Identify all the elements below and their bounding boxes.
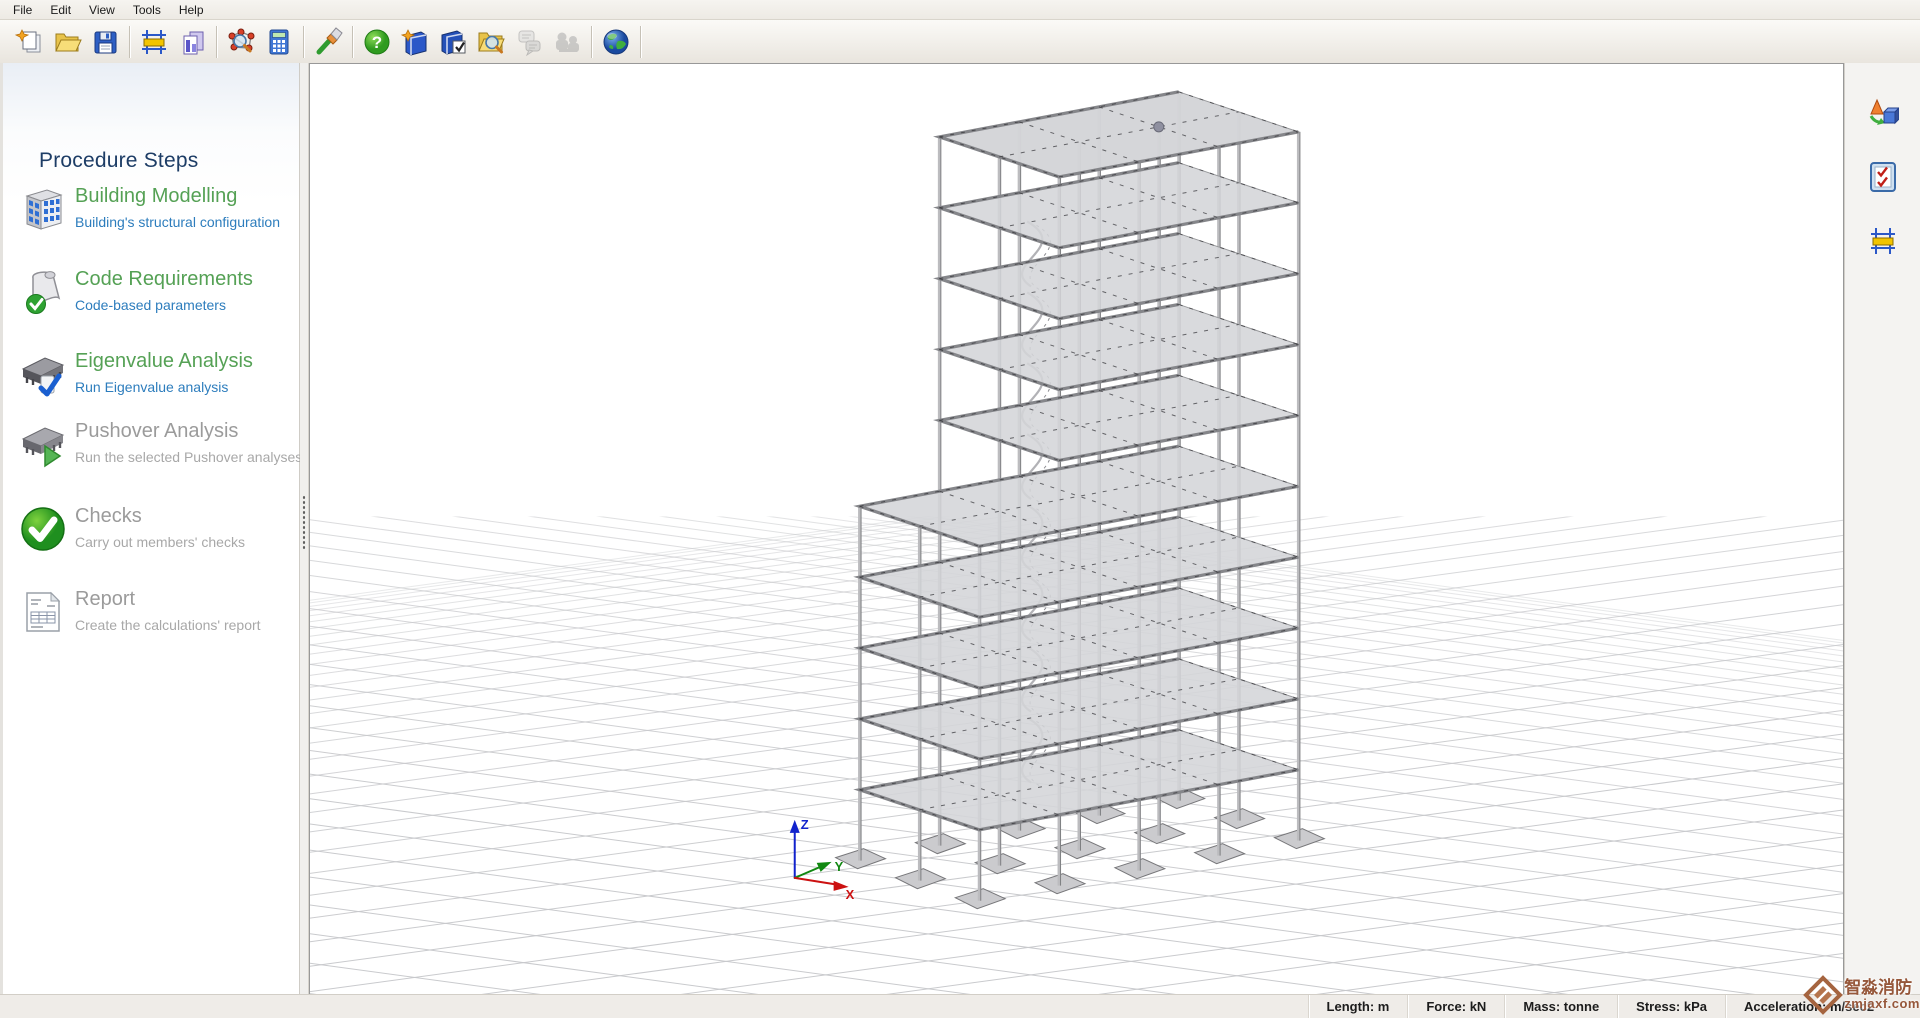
unit-mass: Mass: tonne — [1504, 995, 1617, 1018]
book-star-icon — [400, 27, 430, 57]
model-viewport-3d[interactable]: Z Y X — [309, 63, 1844, 995]
calculator-icon — [264, 27, 294, 57]
green-check-icon — [19, 505, 67, 553]
chip-run-icon — [19, 420, 67, 468]
new-project-button[interactable] — [10, 23, 48, 61]
step-code-requirements[interactable]: Code Requirements Code-based parameters — [3, 268, 299, 340]
new-document-icon — [14, 27, 44, 57]
report-icon — [19, 588, 67, 636]
book-check-icon — [438, 27, 468, 57]
procedure-steps-panel: Procedure Steps Building Modelling Build… — [0, 63, 300, 995]
step-title: Building Modelling — [75, 185, 237, 208]
step-building-modelling[interactable]: Building Modelling Building's structural… — [3, 185, 299, 257]
building-icon — [19, 185, 67, 233]
discussion-button[interactable] — [510, 23, 548, 61]
step-title: Report — [75, 588, 135, 611]
svg-text:X: X — [846, 887, 855, 902]
chat-icon — [514, 27, 544, 57]
step-subtitle: Run Eigenvalue analysis — [75, 379, 228, 395]
menu-edit[interactable]: Edit — [41, 1, 80, 19]
menu-file[interactable]: File — [4, 1, 41, 19]
toolbar-separator — [129, 26, 130, 58]
open-project-button[interactable] — [48, 23, 86, 61]
toolbar-separator — [591, 26, 592, 58]
status-bar: Length: m Force: kN Mass: tonne Stress: … — [0, 994, 1920, 1018]
menu-view[interactable]: View — [80, 1, 124, 19]
frame-view-button[interactable] — [1863, 221, 1903, 261]
toolbar-separator — [303, 26, 304, 58]
help-button[interactable]: ? — [358, 23, 396, 61]
website-button[interactable] — [597, 23, 635, 61]
model-search-icon — [226, 27, 256, 57]
display-shapes-icon — [1867, 97, 1899, 129]
unit-stress: Stress: kPa — [1617, 995, 1725, 1018]
menu-bar: File Edit View Tools Help — [0, 0, 1920, 20]
calculator-button[interactable] — [260, 23, 298, 61]
tutorial-button[interactable] — [434, 23, 472, 61]
panel-splitter[interactable] — [300, 63, 309, 995]
model-inspect-button[interactable] — [222, 23, 260, 61]
step-subtitle: Run the selected Pushover analyses — [75, 449, 302, 465]
step-subtitle: Building's structural configuration — [75, 214, 280, 230]
toolbar-separator — [352, 26, 353, 58]
svg-text:Z: Z — [801, 817, 809, 832]
building-model — [836, 92, 1325, 909]
collaboration-button[interactable] — [548, 23, 586, 61]
manual-button[interactable] — [396, 23, 434, 61]
checklist-icon — [1867, 161, 1899, 193]
checks-list-button[interactable] — [1863, 157, 1903, 197]
display-options-button[interactable] — [1863, 93, 1903, 133]
menu-help[interactable]: Help — [170, 1, 213, 19]
unit-acceleration: Acceleration: m/sec2 — [1725, 995, 1920, 1018]
unit-force: Force: kN — [1407, 995, 1504, 1018]
globe-icon — [601, 27, 631, 57]
unit-length: Length: m — [1308, 995, 1408, 1018]
step-title: Pushover Analysis — [75, 420, 238, 443]
step-checks[interactable]: Checks Carry out members' checks — [3, 505, 299, 577]
frame-tool-icon — [1867, 225, 1899, 257]
save-button[interactable] — [86, 23, 124, 61]
structural-model-scene: Z Y X — [310, 64, 1843, 994]
open-folder-icon — [52, 27, 82, 57]
step-eigenvalue-analysis[interactable]: Eigenvalue Analysis Run Eigenvalue analy… — [3, 350, 299, 422]
step-pushover-analysis[interactable]: Pushover Analysis Run the selected Pusho… — [3, 420, 299, 492]
toolbar: ? — [0, 20, 1920, 64]
frame-icon — [139, 27, 169, 57]
step-title: Code Requirements — [75, 268, 253, 291]
main-area: Procedure Steps Building Modelling Build… — [0, 63, 1920, 995]
svg-text:?: ? — [372, 33, 382, 52]
folder-search-icon — [476, 27, 506, 57]
scroll-check-icon — [19, 268, 67, 316]
step-report[interactable]: Report Create the calculations' report — [3, 588, 299, 660]
menu-tools[interactable]: Tools — [124, 1, 170, 19]
toolbar-separator — [216, 26, 217, 58]
building-report-button[interactable] — [173, 23, 211, 61]
splitter-handle-icon — [302, 495, 306, 551]
step-subtitle: Create the calculations' report — [75, 617, 261, 633]
step-subtitle: Carry out members' checks — [75, 534, 245, 550]
step-title: Checks — [75, 505, 142, 528]
chip-check-icon — [19, 350, 67, 398]
display-settings-button[interactable] — [309, 23, 347, 61]
brush-icon — [313, 27, 343, 57]
step-subtitle: Code-based parameters — [75, 297, 226, 313]
examples-button[interactable] — [472, 23, 510, 61]
svg-text:Y: Y — [835, 859, 844, 874]
building-doc-icon — [177, 27, 207, 57]
help-icon: ? — [362, 27, 392, 57]
step-title: Eigenvalue Analysis — [75, 350, 253, 373]
collaboration-icon — [552, 27, 582, 57]
toolbar-separator — [640, 26, 641, 58]
panel-title: Procedure Steps — [39, 149, 198, 173]
save-icon — [90, 27, 120, 57]
right-tool-strip — [1844, 63, 1920, 995]
building-modeller-button[interactable] — [135, 23, 173, 61]
